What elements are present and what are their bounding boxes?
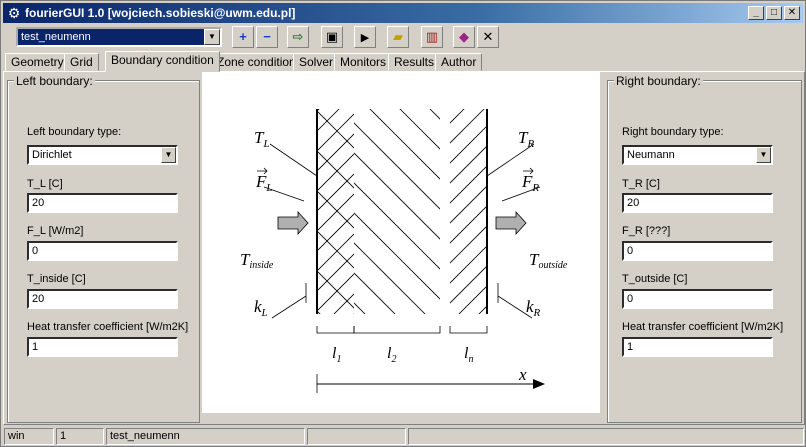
right-flux-arrow: [495, 210, 527, 236]
toutside-symbol: Toutside: [529, 250, 568, 271]
window-title: fourierGUI 1.0 [wojciech.sobieski@uwm.ed…: [25, 6, 296, 20]
chart-button[interactable]: ▥: [421, 26, 443, 48]
layer-n-hatch: [450, 109, 487, 314]
tl-label: T_L [C]: [27, 178, 63, 190]
tab-boundary-condition[interactable]: Boundary condition: [105, 51, 220, 72]
save-button[interactable]: ▣: [321, 26, 343, 48]
minimize-button[interactable]: _: [748, 6, 764, 20]
layer-2-hatch: [354, 109, 440, 314]
tr-symbol: TR: [518, 128, 534, 150]
fr-symbol: FR: [521, 172, 539, 194]
chevron-down-icon[interactable]: ▼: [161, 147, 176, 163]
chevron-down-icon[interactable]: ▼: [756, 147, 771, 163]
add-button[interactable]: +: [232, 26, 254, 48]
add-icon: +: [239, 29, 247, 44]
book-icon: ◆: [459, 29, 469, 44]
project-select[interactable]: test_neumenn ▼: [16, 27, 222, 47]
maximize-button[interactable]: □: [766, 6, 782, 20]
toutside-label: T_outside [C]: [622, 273, 688, 285]
left-flux-arrow: [277, 210, 309, 236]
close-icon: ✕: [482, 29, 494, 44]
tab-grid[interactable]: Grid: [64, 53, 99, 71]
close-window-button[interactable]: ✕: [784, 6, 800, 20]
tab-results[interactable]: Results: [388, 53, 441, 71]
left-type-label: Left boundary type:: [27, 126, 122, 138]
remove-button[interactable]: −: [256, 26, 278, 48]
exit-button[interactable]: ✕: [477, 26, 499, 48]
app-icon: ⚙: [7, 5, 21, 21]
kl-symbol: kL: [254, 297, 268, 319]
tab-geometry[interactable]: Geometry: [5, 53, 70, 71]
kr-symbol: kR: [526, 297, 541, 319]
x-axis-arrowhead: [533, 379, 545, 389]
tab-bar: Geometry Grid Boundary condition Zone co…: [5, 51, 803, 72]
left-boundary-group: Left boundary: Left boundary type: Diric…: [7, 74, 200, 423]
right-type-value: Neumann: [627, 149, 675, 161]
tl-input[interactable]: 20: [27, 193, 178, 213]
export-icon: ⇨: [292, 29, 304, 44]
left-boundary-title: Left boundary:: [14, 74, 95, 88]
tl-leader: [269, 143, 318, 177]
open-folder-button[interactable]: ▰: [387, 26, 409, 48]
run-icon: ▶: [360, 32, 370, 44]
layer-braces: [316, 326, 488, 334]
tab-solver[interactable]: Solver: [293, 53, 340, 71]
save-icon: ▣: [325, 29, 339, 44]
tinside-label: T_inside [C]: [27, 273, 86, 285]
l1-symbol: l1: [332, 345, 341, 365]
fr-input[interactable]: 0: [622, 241, 773, 261]
fl-label: F_L [W/m2]: [27, 225, 84, 237]
right-htc-label: Heat transfer coefficient [W/m2K]: [622, 321, 784, 333]
right-type-label: Right boundary type:: [622, 126, 724, 138]
tl-symbol: TL: [254, 128, 270, 150]
status-bar: win 1 test_neumenn: [3, 427, 805, 446]
export-button[interactable]: ⇨: [287, 26, 309, 48]
fl-symbol: FL: [255, 172, 273, 194]
status-empty-2: [408, 428, 804, 445]
left-type-value: Dirichlet: [32, 149, 72, 161]
ln-symbol: ln: [464, 345, 473, 365]
chart-icon: ▥: [425, 29, 439, 44]
tab-author[interactable]: Author: [435, 53, 483, 71]
tab-zone-condition[interactable]: Zone condition: [211, 53, 302, 71]
wall-diagram-svg: TL FL Tinside kL TR FR Toutside kR l1 l2…: [240, 109, 568, 393]
right-htc-input[interactable]: 1: [622, 337, 773, 357]
left-htc-label: Heat transfer coefficient [W/m2K]: [27, 321, 189, 333]
open-folder-icon: ▰: [393, 29, 403, 44]
left-htc-input[interactable]: 1: [27, 337, 178, 357]
fl-input[interactable]: 0: [27, 241, 178, 261]
title-bar: ⚙ fourierGUI 1.0 [wojciech.sobieski@uwm.…: [3, 3, 803, 23]
status-count: 1: [56, 428, 104, 445]
right-type-select[interactable]: Neumann ▼: [622, 145, 773, 165]
kl-leader: [271, 295, 307, 319]
x-axis-label: x: [518, 365, 527, 384]
l2-symbol: l2: [387, 345, 396, 365]
fr-label: F_R [???]: [622, 225, 671, 237]
layer-1-hatch: [317, 109, 354, 314]
run-button[interactable]: ▶: [354, 26, 376, 48]
right-boundary-group: Right boundary: Right boundary type: Neu…: [607, 74, 802, 423]
help-book-button[interactable]: ◆: [453, 26, 475, 48]
toutside-input[interactable]: 0: [622, 289, 773, 309]
status-platform: win: [4, 428, 54, 445]
chevron-down-icon[interactable]: ▼: [204, 29, 220, 45]
wall-diagram: TL FL Tinside kL TR FR Toutside kR l1 l2…: [202, 71, 600, 413]
status-project: test_neumenn: [106, 428, 305, 445]
tinside-symbol: Tinside: [240, 250, 274, 271]
remove-icon: −: [263, 29, 271, 44]
tinside-input[interactable]: 20: [27, 289, 178, 309]
tab-monitors[interactable]: Monitors: [334, 53, 393, 71]
status-empty-1: [307, 428, 406, 445]
toolbar: test_neumenn ▼ + − ⇨ ▣ ▶ ▰ ▥ ◆ ✕: [3, 25, 803, 49]
right-boundary-title: Right boundary:: [614, 74, 703, 88]
left-type-select[interactable]: Dirichlet ▼: [27, 145, 178, 165]
tr-input[interactable]: 20: [622, 193, 773, 213]
tr-label: T_R [C]: [622, 178, 660, 190]
project-select-value: test_neumenn: [21, 31, 91, 43]
app-window: ⚙ fourierGUI 1.0 [wojciech.sobieski@uwm.…: [0, 0, 806, 447]
